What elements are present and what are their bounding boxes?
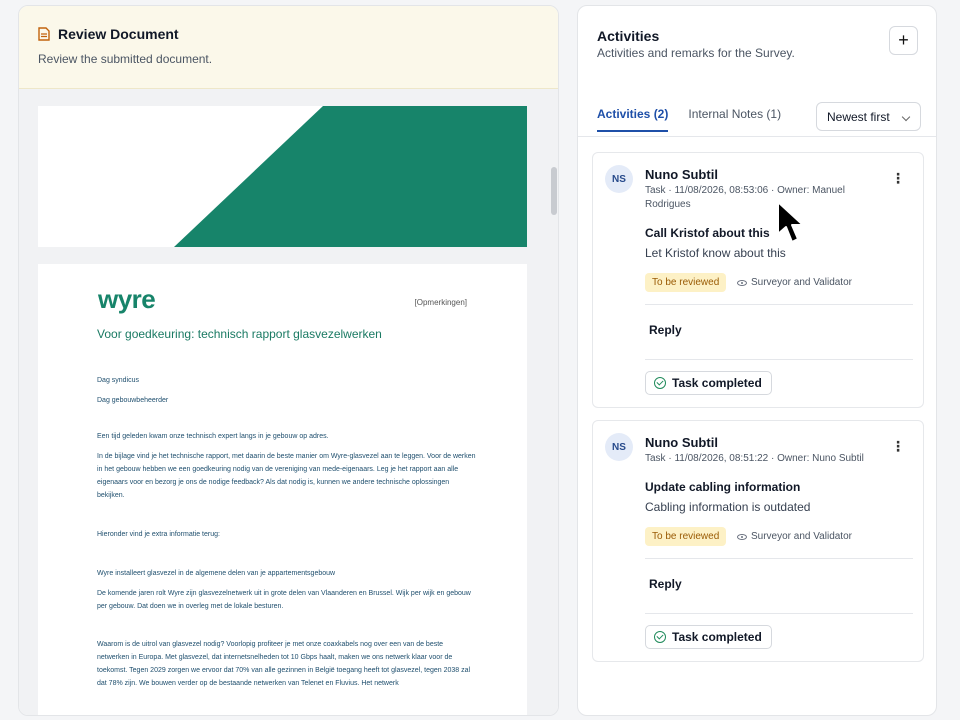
mouse-pointer-icon [777, 201, 804, 243]
divider [645, 359, 913, 360]
viewer-scrollbar[interactable] [551, 167, 557, 215]
document-paragraph-6: Waarom is de uitrol van glasvezel nodig?… [97, 641, 471, 687]
divider [645, 558, 913, 559]
activity-tabs: Activities (2) Internal Notes (1) [597, 98, 781, 132]
sort-select[interactable]: Newest first [816, 102, 921, 131]
visibility-label: Surveyor and Validator [737, 277, 852, 288]
activities-subtitle: Activities and remarks for the Survey. [597, 46, 795, 60]
reply-button[interactable]: Reply [649, 577, 682, 591]
eye-icon [737, 533, 747, 540]
reply-button[interactable]: Reply [649, 323, 682, 337]
document-paragraph-4: Wyre installeert glasvezel in de algemen… [97, 570, 336, 577]
task-completed-button[interactable]: Task completed [645, 625, 772, 649]
check-circle-icon [654, 631, 666, 643]
document-paragraph-1: Een tijd geleden kwam onze technisch exp… [97, 433, 329, 440]
task-completed-button[interactable]: Task completed [645, 371, 772, 395]
task-description: Let Kristof know about this [645, 246, 786, 260]
chevron-down-icon [901, 112, 911, 122]
review-subtitle: Review the submitted document. [38, 52, 213, 66]
tabs-divider [578, 136, 936, 137]
salutation-gebouwbeheerder: Dag gebouwbeheerder [97, 397, 169, 404]
activities-title: Activities [597, 28, 660, 44]
sort-select-value: Newest first [827, 110, 890, 124]
review-header: Review Document Review the submitted doc… [19, 6, 558, 89]
visibility-text: Surveyor and Validator [751, 277, 852, 288]
document-paragraph-3: Hieronder vind je extra informatie terug… [97, 531, 220, 538]
eye-icon [737, 279, 747, 286]
activities-panel: Activities Activities and remarks for th… [577, 5, 937, 716]
activity-meta: Task · 11/08/2026, 08:51:22 · Owner: Nun… [645, 453, 864, 464]
review-title-row: Review Document [38, 26, 539, 42]
wyre-logo: wyre [98, 284, 156, 314]
add-activity-button[interactable]: + [889, 26, 918, 55]
avatar: NS [605, 433, 633, 461]
cover-graphic [174, 106, 527, 247]
check-circle-icon [654, 377, 666, 389]
activity-card: NS Nuno Subtil Task · 11/08/2026, 08:53:… [592, 152, 924, 408]
document-viewer[interactable]: wyre [Opmerkingen] Voor goedkeuring: tec… [19, 89, 558, 715]
visibility-label: Surveyor and Validator [737, 531, 852, 542]
salutation-syndicus: Dag syndicus [97, 377, 140, 384]
more-vertical-icon[interactable]: ⋮ [891, 438, 905, 454]
document-page-letter: wyre [Opmerkingen] Voor goedkeuring: tec… [38, 264, 527, 715]
review-document-panel: Review Document Review the submitted doc… [18, 5, 559, 716]
divider [645, 613, 913, 614]
activity-author: Nuno Subtil [645, 167, 718, 182]
review-title: Review Document [58, 26, 179, 42]
status-badge: To be reviewed [645, 527, 727, 546]
document-paragraph-2: In de bijlage vind je het technische rap… [97, 453, 476, 499]
activity-meta: Task · 11/08/2026, 08:53:06 · Owner: Man… [645, 185, 845, 210]
task-description: Cabling information is outdated [645, 500, 811, 514]
tab-internal-notes[interactable]: Internal Notes (1) [688, 98, 781, 132]
avatar: NS [605, 165, 633, 193]
tab-activities[interactable]: Activities (2) [597, 98, 669, 132]
activity-card: NS Nuno Subtil Task · 11/08/2026, 08:51:… [592, 420, 924, 662]
divider [645, 304, 913, 305]
document-icon [38, 27, 50, 41]
activity-author: Nuno Subtil [645, 435, 718, 450]
task-title: Call Kristof about this [645, 226, 770, 240]
status-badge: To be reviewed [645, 273, 727, 292]
document-paragraph-5: De komende jaren rolt Wyre zijn glasveze… [97, 590, 471, 610]
page: Review Document Review the submitted doc… [0, 0, 960, 720]
visibility-text: Surveyor and Validator [751, 531, 852, 542]
task-title: Update cabling information [645, 480, 801, 494]
remarks-tag: [Opmerkingen] [414, 298, 467, 307]
task-completed-label: Task completed [672, 376, 762, 390]
document-heading: Voor goedkeuring: technisch rapport glas… [97, 327, 382, 341]
task-completed-label: Task completed [672, 630, 762, 644]
document-page-cover [38, 106, 527, 247]
more-vertical-icon[interactable]: ⋮ [891, 170, 905, 186]
